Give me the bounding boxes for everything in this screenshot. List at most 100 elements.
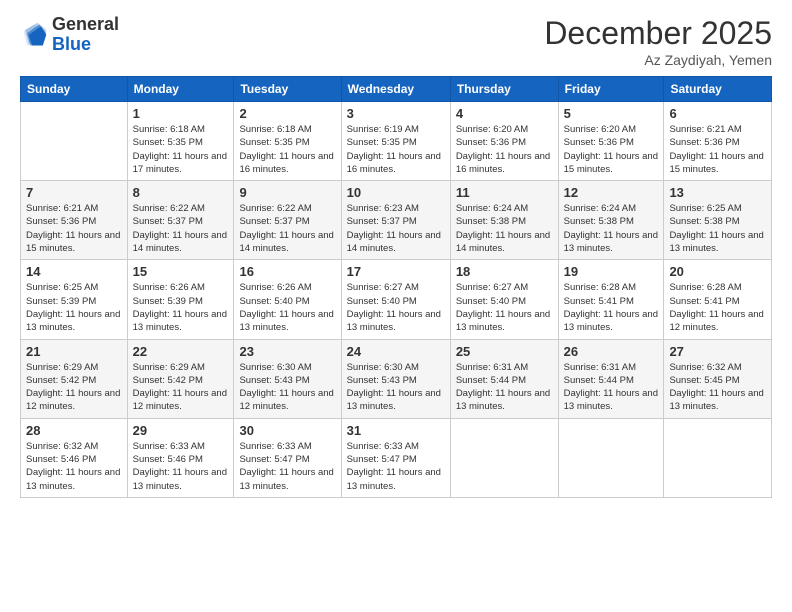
week-row-4: 21 Sunrise: 6:29 AM Sunset: 5:42 PM Dayli… bbox=[21, 339, 772, 418]
day-info: Sunrise: 6:21 AM Sunset: 5:36 PM Dayligh… bbox=[669, 123, 766, 176]
day-info: Sunrise: 6:32 AM Sunset: 5:46 PM Dayligh… bbox=[26, 440, 122, 493]
table-cell: 18 Sunrise: 6:27 AM Sunset: 5:40 PM Dayli… bbox=[450, 260, 558, 339]
header-tuesday: Tuesday bbox=[234, 77, 341, 102]
day-number: 26 bbox=[564, 344, 659, 359]
calendar-table: Sunday Monday Tuesday Wednesday Thursday… bbox=[20, 76, 772, 498]
day-number: 4 bbox=[456, 106, 553, 121]
day-info: Sunrise: 6:29 AM Sunset: 5:42 PM Dayligh… bbox=[133, 361, 229, 414]
day-info: Sunrise: 6:33 AM Sunset: 5:47 PM Dayligh… bbox=[239, 440, 335, 493]
day-number: 11 bbox=[456, 185, 553, 200]
table-cell: 5Sunrise: 6:20 AM Sunset: 5:36 PM Daylig… bbox=[558, 102, 664, 181]
day-number: 1 bbox=[133, 106, 229, 121]
table-cell: 22Sunrise: 6:29 AM Sunset: 5:42 PM Dayli… bbox=[127, 339, 234, 418]
table-cell: 9 Sunrise: 6:22 AM Sunset: 5:37 PM Daylig… bbox=[234, 181, 341, 260]
table-cell: 14 Sunrise: 6:25 AM Sunset: 5:39 PM Dayli… bbox=[21, 260, 128, 339]
day-number: 24 bbox=[347, 344, 445, 359]
day-number: 25 bbox=[456, 344, 553, 359]
day-info: Sunrise: 6:28 AM Sunset: 5:41 PM Dayligh… bbox=[669, 281, 766, 334]
table-cell: 29 Sunrise: 6:33 AM Sunset: 5:46 PM Dayli… bbox=[127, 418, 234, 497]
header: General Blue December 2025 Az Zaydiyah, … bbox=[20, 15, 772, 68]
table-cell: 1 Sunrise: 6:18 AM Sunset: 5:35 PM Daylig… bbox=[127, 102, 234, 181]
day-info: Sunrise: 6:27 AM Sunset: 5:40 PM Dayligh… bbox=[347, 281, 445, 334]
table-cell: 6 Sunrise: 6:21 AM Sunset: 5:36 PM Daylig… bbox=[664, 102, 772, 181]
logo-general: General bbox=[52, 14, 119, 34]
day-info: Sunrise: 6:25 AM Sunset: 5:39 PM Dayligh… bbox=[26, 281, 122, 334]
logo-text: General Blue bbox=[52, 15, 119, 55]
table-cell: 8Sunrise: 6:22 AM Sunset: 5:37 PM Daylig… bbox=[127, 181, 234, 260]
table-cell: 24 Sunrise: 6:30 AM Sunset: 5:43 PM Dayli… bbox=[341, 339, 450, 418]
table-cell: 23Sunrise: 6:30 AM Sunset: 5:43 PM Dayli… bbox=[234, 339, 341, 418]
day-info: Sunrise: 6:24 AM Sunset: 5:38 PM Dayligh… bbox=[564, 202, 659, 255]
table-cell: 2 Sunrise: 6:18 AM Sunset: 5:35 PM Daylig… bbox=[234, 102, 341, 181]
weekday-header-row: Sunday Monday Tuesday Wednesday Thursday… bbox=[21, 77, 772, 102]
day-number: 6 bbox=[669, 106, 766, 121]
header-monday: Monday bbox=[127, 77, 234, 102]
day-number: 9 bbox=[239, 185, 335, 200]
table-cell: 16Sunrise: 6:26 AM Sunset: 5:40 PM Dayli… bbox=[234, 260, 341, 339]
logo-blue: Blue bbox=[52, 34, 91, 54]
page: General Blue December 2025 Az Zaydiyah, … bbox=[0, 0, 792, 612]
day-number: 2 bbox=[239, 106, 335, 121]
day-info: Sunrise: 6:20 AM Sunset: 5:36 PM Dayligh… bbox=[456, 123, 553, 176]
day-number: 31 bbox=[347, 423, 445, 438]
day-info: Sunrise: 6:30 AM Sunset: 5:43 PM Dayligh… bbox=[239, 361, 335, 414]
table-cell bbox=[450, 418, 558, 497]
table-cell: 31 Sunrise: 6:33 AM Sunset: 5:47 PM Dayli… bbox=[341, 418, 450, 497]
day-number: 29 bbox=[133, 423, 229, 438]
day-info: Sunrise: 6:26 AM Sunset: 5:39 PM Dayligh… bbox=[133, 281, 229, 334]
day-info: Sunrise: 6:18 AM Sunset: 5:35 PM Dayligh… bbox=[239, 123, 335, 176]
day-number: 17 bbox=[347, 264, 445, 279]
header-saturday: Saturday bbox=[664, 77, 772, 102]
table-cell: 17 Sunrise: 6:27 AM Sunset: 5:40 PM Dayli… bbox=[341, 260, 450, 339]
table-cell: 12 Sunrise: 6:24 AM Sunset: 5:38 PM Dayli… bbox=[558, 181, 664, 260]
title-block: December 2025 Az Zaydiyah, Yemen bbox=[544, 15, 772, 68]
day-number: 28 bbox=[26, 423, 122, 438]
day-number: 14 bbox=[26, 264, 122, 279]
day-number: 13 bbox=[669, 185, 766, 200]
day-info: Sunrise: 6:32 AM Sunset: 5:45 PM Dayligh… bbox=[669, 361, 766, 414]
day-number: 10 bbox=[347, 185, 445, 200]
table-cell: 21 Sunrise: 6:29 AM Sunset: 5:42 PM Dayli… bbox=[21, 339, 128, 418]
table-cell: 26 Sunrise: 6:31 AM Sunset: 5:44 PM Dayli… bbox=[558, 339, 664, 418]
week-row-3: 14 Sunrise: 6:25 AM Sunset: 5:39 PM Dayli… bbox=[21, 260, 772, 339]
day-info: Sunrise: 6:29 AM Sunset: 5:42 PM Dayligh… bbox=[26, 361, 122, 414]
day-number: 18 bbox=[456, 264, 553, 279]
day-number: 7 bbox=[26, 185, 122, 200]
day-info: Sunrise: 6:22 AM Sunset: 5:37 PM Dayligh… bbox=[239, 202, 335, 255]
day-number: 21 bbox=[26, 344, 122, 359]
table-cell: 27Sunrise: 6:32 AM Sunset: 5:45 PM Dayli… bbox=[664, 339, 772, 418]
day-info: Sunrise: 6:31 AM Sunset: 5:44 PM Dayligh… bbox=[456, 361, 553, 414]
day-info: Sunrise: 6:19 AM Sunset: 5:35 PM Dayligh… bbox=[347, 123, 445, 176]
day-info: Sunrise: 6:30 AM Sunset: 5:43 PM Dayligh… bbox=[347, 361, 445, 414]
day-number: 3 bbox=[347, 106, 445, 121]
day-number: 20 bbox=[669, 264, 766, 279]
day-number: 16 bbox=[239, 264, 335, 279]
table-cell: 4 Sunrise: 6:20 AM Sunset: 5:36 PM Daylig… bbox=[450, 102, 558, 181]
table-cell: 13Sunrise: 6:25 AM Sunset: 5:38 PM Dayli… bbox=[664, 181, 772, 260]
week-row-1: 1 Sunrise: 6:18 AM Sunset: 5:35 PM Daylig… bbox=[21, 102, 772, 181]
location: Az Zaydiyah, Yemen bbox=[544, 52, 772, 68]
table-cell: 30Sunrise: 6:33 AM Sunset: 5:47 PM Dayli… bbox=[234, 418, 341, 497]
header-wednesday: Wednesday bbox=[341, 77, 450, 102]
month-title: December 2025 bbox=[544, 15, 772, 52]
day-info: Sunrise: 6:33 AM Sunset: 5:46 PM Dayligh… bbox=[133, 440, 229, 493]
header-thursday: Thursday bbox=[450, 77, 558, 102]
table-cell: 28 Sunrise: 6:32 AM Sunset: 5:46 PM Dayli… bbox=[21, 418, 128, 497]
day-info: Sunrise: 6:28 AM Sunset: 5:41 PM Dayligh… bbox=[564, 281, 659, 334]
table-cell: 15 Sunrise: 6:26 AM Sunset: 5:39 PM Dayli… bbox=[127, 260, 234, 339]
day-info: Sunrise: 6:18 AM Sunset: 5:35 PM Dayligh… bbox=[133, 123, 229, 176]
day-info: Sunrise: 6:33 AM Sunset: 5:47 PM Dayligh… bbox=[347, 440, 445, 493]
day-number: 15 bbox=[133, 264, 229, 279]
table-cell: 11Sunrise: 6:24 AM Sunset: 5:38 PM Dayli… bbox=[450, 181, 558, 260]
logo-icon bbox=[20, 21, 48, 49]
table-cell: 19Sunrise: 6:28 AM Sunset: 5:41 PM Dayli… bbox=[558, 260, 664, 339]
table-cell: 3 Sunrise: 6:19 AM Sunset: 5:35 PM Daylig… bbox=[341, 102, 450, 181]
day-number: 12 bbox=[564, 185, 659, 200]
week-row-5: 28 Sunrise: 6:32 AM Sunset: 5:46 PM Dayli… bbox=[21, 418, 772, 497]
day-info: Sunrise: 6:27 AM Sunset: 5:40 PM Dayligh… bbox=[456, 281, 553, 334]
table-cell: 10Sunrise: 6:23 AM Sunset: 5:37 PM Dayli… bbox=[341, 181, 450, 260]
day-number: 5 bbox=[564, 106, 659, 121]
day-info: Sunrise: 6:31 AM Sunset: 5:44 PM Dayligh… bbox=[564, 361, 659, 414]
table-cell bbox=[558, 418, 664, 497]
table-cell bbox=[664, 418, 772, 497]
